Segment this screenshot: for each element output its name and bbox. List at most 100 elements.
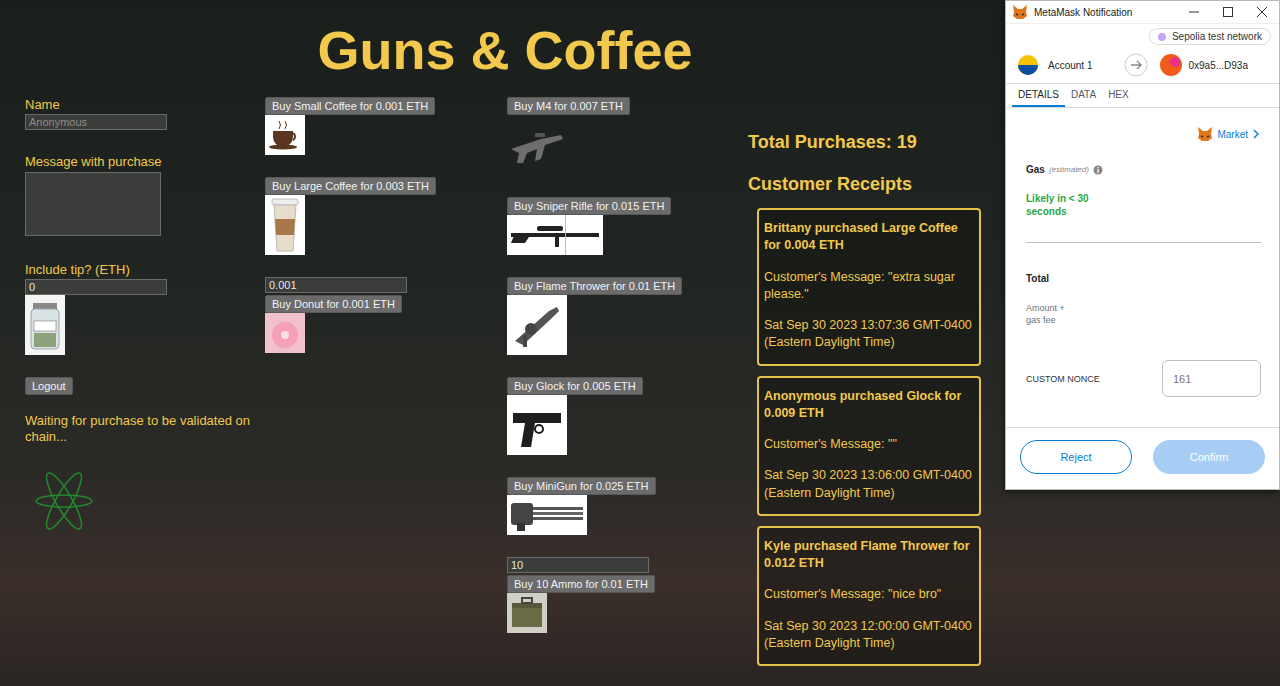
small-coffee-image [265, 115, 305, 155]
coffee-menu: Buy Small Coffee for 0.001 ETH Buy Large … [265, 97, 507, 676]
message-input[interactable] [25, 172, 161, 236]
menu-item: Buy Small Coffee for 0.001 ETH [265, 97, 435, 155]
recipient-avatar-icon [1160, 54, 1182, 76]
chevron-right-icon [1251, 129, 1261, 139]
receipts-heading: Customer Receipts [748, 173, 912, 195]
tip-jar-icon [25, 295, 65, 355]
buy-button[interactable]: Buy Glock for 0.005 ETH [507, 377, 643, 395]
receipt-message: Customer's Message: "nice bro" [764, 586, 974, 603]
buy-button[interactable]: Buy Flame Thrower for 0.01 ETH [507, 277, 682, 295]
close-icon[interactable] [1245, 1, 1279, 23]
ammo-box-image [507, 593, 547, 633]
menu-item: Buy M4 for 0.007 ETH [507, 97, 630, 175]
maximize-icon[interactable] [1211, 1, 1245, 23]
total-label: Total [1026, 273, 1261, 284]
tip-input[interactable] [25, 279, 167, 295]
metamask-fox-icon [1012, 4, 1028, 20]
tab[interactable]: DATA [1065, 84, 1102, 107]
total-purchases: Total Purchases: 19 [748, 131, 917, 153]
status-text: Waiting for purchase to be validated on … [25, 413, 257, 445]
buy-button[interactable]: Buy 10 Ammo for 0.01 ETH [507, 575, 655, 593]
tab[interactable]: HEX [1102, 84, 1135, 107]
logout-button[interactable]: Logout [25, 377, 73, 395]
receipt-card: Kyle purchased Flame Thrower for 0.012 E… [757, 526, 981, 666]
buy-button[interactable]: Buy Donut for 0.001 ETH [265, 295, 402, 313]
receipt-headline: Kyle purchased Flame Thrower for 0.012 E… [764, 538, 974, 573]
minimize-icon[interactable] [1177, 1, 1211, 23]
buy-button[interactable]: Buy Sniper Rifle for 0.015 ETH [507, 197, 671, 215]
confirm-button: Confirm [1153, 440, 1265, 474]
total-note: Amount + gas fee [1026, 302, 1080, 326]
weapon-menu: Buy M4 for 0.007 ETH Buy Sniper Rifle for… [507, 97, 748, 676]
menu-item: Buy MiniGun for 0.025 ETH [507, 477, 656, 535]
details-panel: Market Gas (estimated) Likely in < 30 secon… [1006, 108, 1279, 397]
receipts-panel: Total Purchases: 19 Customer Receipts Brit… [748, 97, 998, 676]
market-fox-icon [1197, 126, 1213, 142]
to-address: 0x9a5...D93a [1188, 60, 1248, 71]
nonce-row: CUSTOM NONCE [1026, 360, 1261, 397]
receipt-message: Customer's Message: "" [764, 436, 974, 453]
arrow-right-icon [1124, 53, 1148, 77]
menu-item: Buy Flame Thrower for 0.01 ETH [507, 277, 682, 355]
receipt-list: Brittany purchased Large Coffee for 0.00… [748, 208, 981, 676]
buy-button[interactable]: Buy Small Coffee for 0.001 ETH [265, 97, 435, 115]
glock-image [507, 395, 567, 455]
quantity-input[interactable] [507, 557, 649, 573]
loading-spinner-icon [29, 465, 99, 537]
info-icon [1093, 165, 1103, 175]
receipt-time: Sat Sep 30 2023 13:06:00 GMT-0400 (Easte… [764, 467, 974, 502]
market-link[interactable]: Market [1026, 126, 1261, 142]
flame-thrower-image [507, 295, 567, 355]
market-label: Market [1217, 129, 1248, 140]
window-controls [1177, 1, 1279, 23]
large-coffee-image [265, 195, 305, 255]
account-avatar-icon [1018, 55, 1038, 75]
sniper-rifle-image [507, 215, 603, 255]
menu-item: Buy Large Coffee for 0.003 ETH [265, 177, 436, 255]
network-pill[interactable]: Sepolia test network [1149, 28, 1271, 45]
window-title: MetaMask Notification [1034, 7, 1132, 18]
minigun-image [507, 495, 587, 535]
gas-note: (estimated) [1049, 165, 1089, 174]
network-row: Sepolia test network [1006, 24, 1279, 49]
name-label: Name [25, 97, 60, 113]
account-row: Account 1 0x9a5...D93a [1006, 49, 1279, 84]
menu-item: Buy Glock for 0.005 ETH [507, 377, 643, 455]
title-bar: MetaMask Notification [1006, 1, 1279, 24]
receipt-time: Sat Sep 30 2023 13:07:36 GMT-0400 (Easte… [764, 317, 974, 352]
menu-item: Buy 10 Ammo for 0.01 ETH [507, 557, 655, 633]
message-label: Message with purchase [25, 154, 162, 170]
receipt-card: Anonymous purchased Glock for 0.009 ETH C… [757, 376, 981, 516]
metamask-window: MetaMask Notification Sepolia test networ… [1005, 0, 1280, 490]
buy-button[interactable]: Buy MiniGun for 0.025 ETH [507, 477, 656, 495]
m4-image [507, 115, 567, 175]
buy-button[interactable]: Buy M4 for 0.007 ETH [507, 97, 630, 115]
receipt-message: Customer's Message: "extra sugar please.… [764, 269, 974, 304]
network-name: Sepolia test network [1172, 31, 1262, 42]
order-form: Name Message with purchase Include tip? (E… [25, 97, 265, 676]
donut-image [265, 313, 305, 353]
page-title: Guns & Coffee [0, 20, 1010, 80]
footer: Reject Confirm [1006, 427, 1279, 489]
divider [1026, 242, 1261, 243]
network-dot-icon [1158, 33, 1166, 41]
receipt-headline: Anonymous purchased Glock for 0.009 ETH [764, 388, 974, 423]
menu-item: Buy Sniper Rifle for 0.015 ETH [507, 197, 671, 255]
gas-speed: Likely in < 30 seconds [1026, 192, 1104, 218]
gas-row: Gas (estimated) [1026, 164, 1261, 175]
name-input[interactable] [25, 114, 167, 130]
receipt-card: Brittany purchased Large Coffee for 0.00… [757, 208, 981, 366]
quantity-input[interactable] [265, 277, 407, 293]
tab[interactable]: DETAILS [1012, 84, 1065, 107]
buy-button[interactable]: Buy Large Coffee for 0.003 ETH [265, 177, 436, 195]
tab-bar: DETAILSDATAHEX [1006, 84, 1279, 108]
from-account: Account 1 [1048, 60, 1092, 71]
tip-label: Include tip? (ETH) [25, 262, 130, 278]
receipt-headline: Brittany purchased Large Coffee for 0.00… [764, 220, 974, 255]
nonce-label: CUSTOM NONCE [1026, 374, 1100, 384]
receipt-time: Sat Sep 30 2023 12:00:00 GMT-0400 (Easte… [764, 618, 974, 653]
nonce-input[interactable] [1162, 360, 1261, 397]
gas-label: Gas [1026, 164, 1045, 175]
reject-button[interactable]: Reject [1020, 440, 1132, 474]
menu-item: Buy Donut for 0.001 ETH [265, 277, 407, 353]
